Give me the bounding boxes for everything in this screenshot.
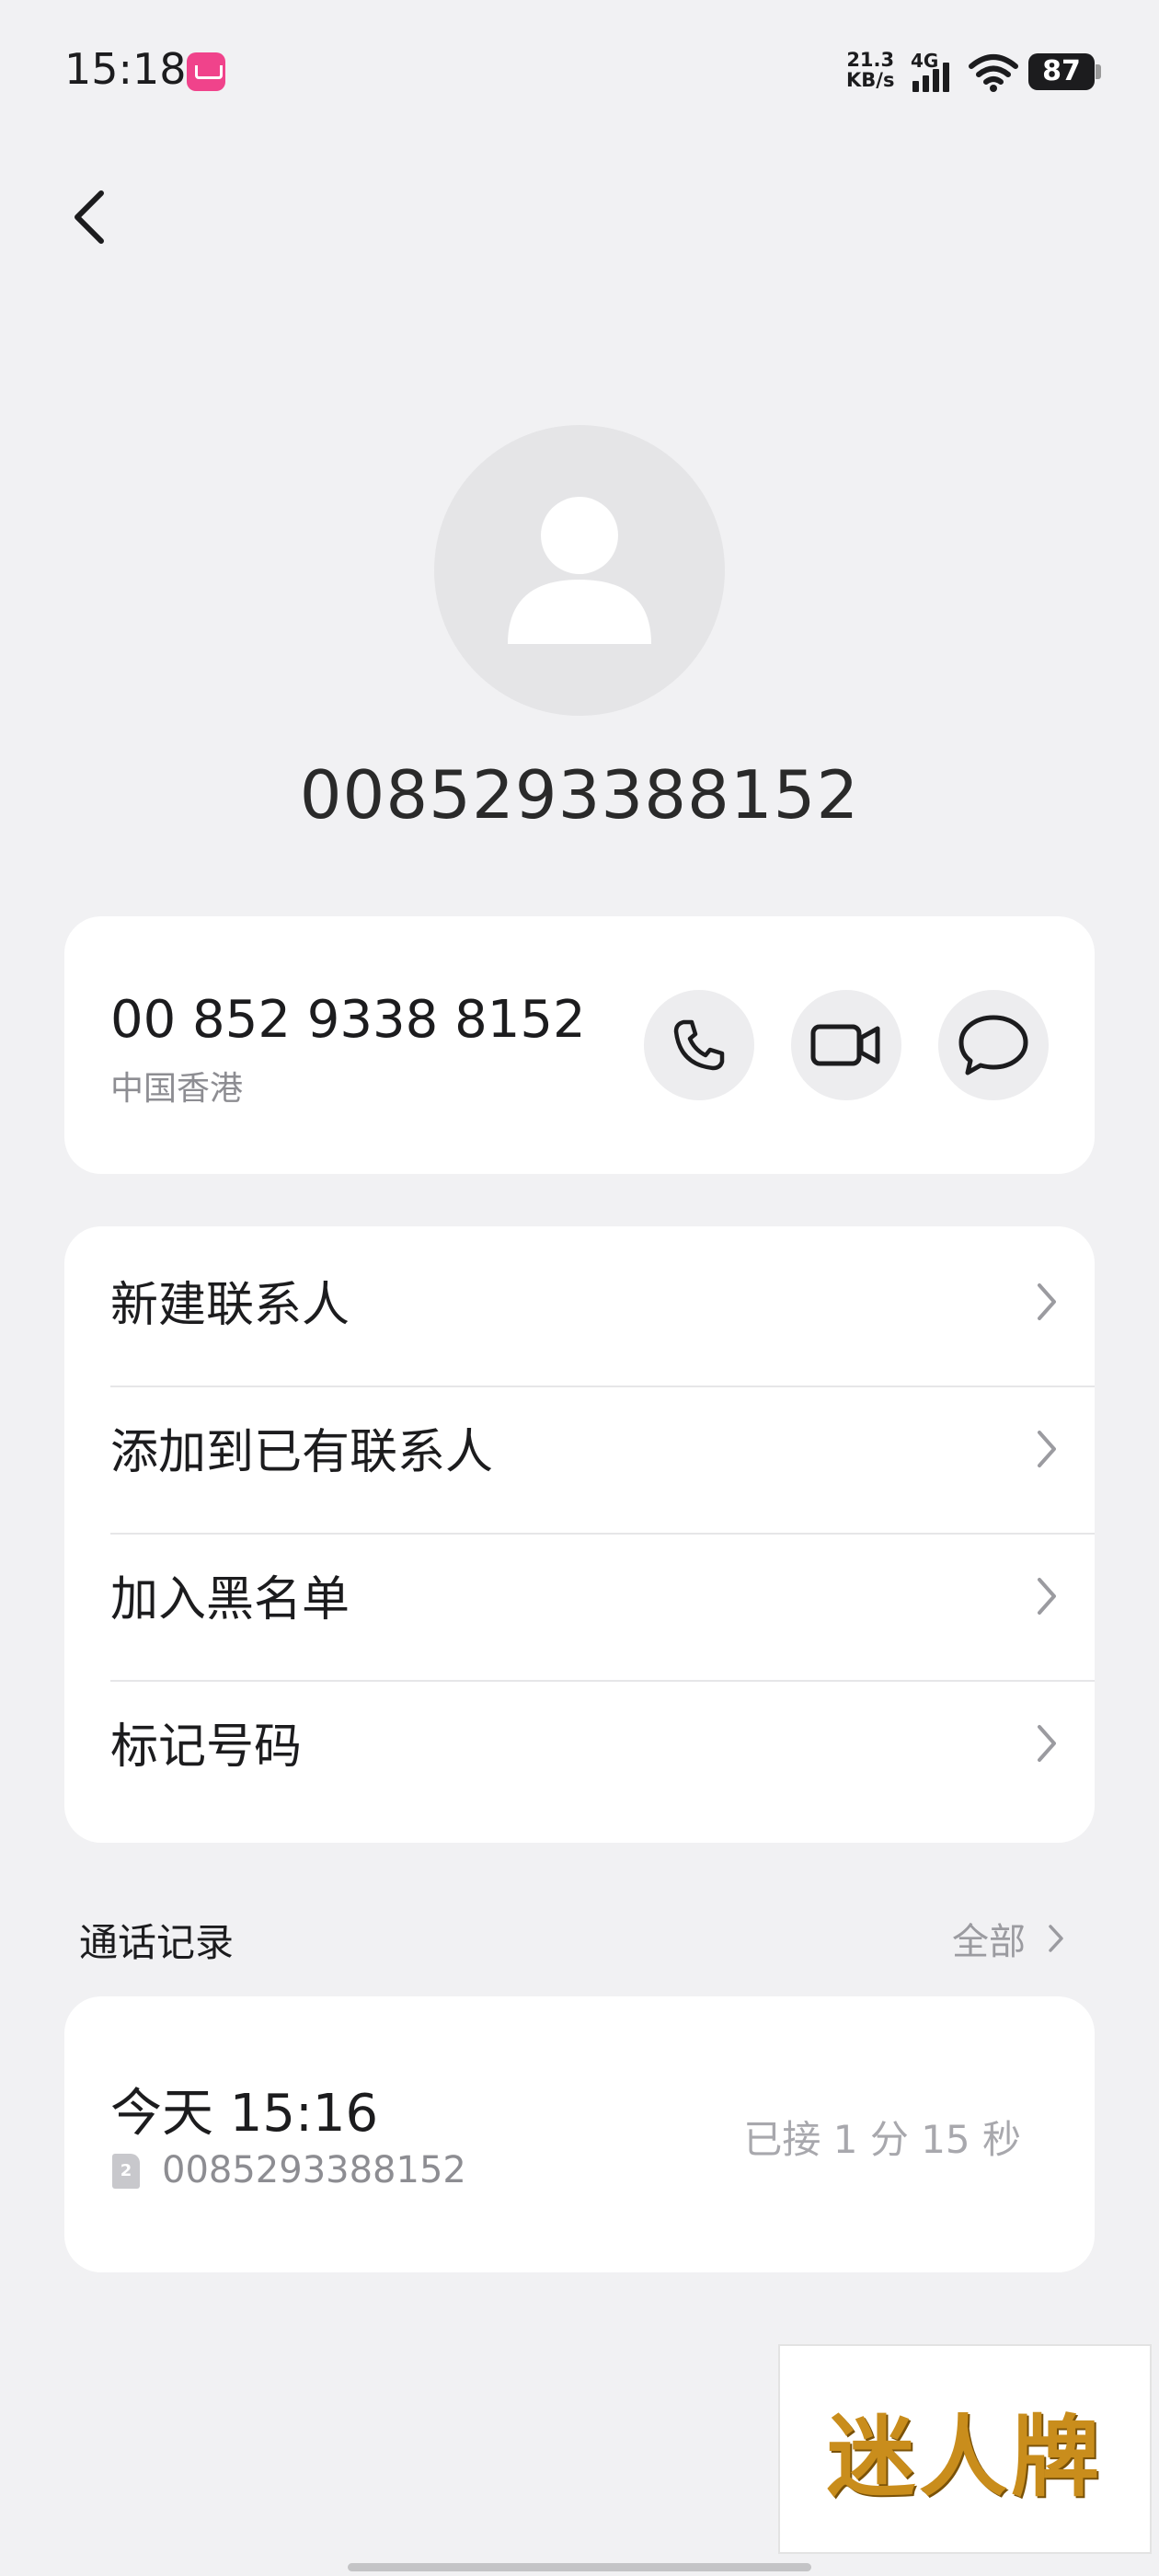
battery-icon: 87	[1028, 53, 1095, 90]
call-number: 0085293388152	[162, 2149, 466, 2191]
avatar	[434, 425, 725, 716]
home-indicator[interactable]	[348, 2563, 811, 2571]
chevron-right-icon	[1038, 1578, 1056, 1615]
chevron-left-icon	[75, 190, 104, 244]
video-call-button[interactable]	[791, 990, 901, 1100]
person-icon	[508, 497, 651, 644]
action-mark-number[interactable]: 标记号码	[110, 1668, 1095, 1815]
call-log-all-link[interactable]: 全部	[952, 1912, 1064, 1965]
app-notification-icon	[187, 52, 225, 91]
phone-icon	[673, 1019, 725, 1071]
phone-region: 中国香港	[110, 1070, 244, 1108]
action-label: 加入黑名单	[110, 1571, 350, 1627]
network-speed-unit: KB/s	[846, 69, 895, 91]
chevron-right-icon	[1038, 1283, 1056, 1320]
chevron-right-icon	[1038, 1431, 1056, 1467]
phone-card: 00 852 9338 8152 中国香港	[64, 916, 1095, 1174]
call-log-entry[interactable]: 今天 15:16 2 0085293388152 已接 1 分 15 秒	[64, 1996, 1095, 2272]
phone-number[interactable]: 00 852 9338 8152	[110, 990, 586, 1050]
sim-card-icon: 2	[112, 2154, 140, 2189]
network-speed-value: 21.3	[846, 49, 895, 71]
action-label: 新建联系人	[110, 1277, 350, 1333]
battery-tip	[1096, 64, 1101, 79]
action-label: 标记号码	[110, 1719, 303, 1775]
call-log-title: 通话记录	[79, 1920, 235, 1965]
actions-card: 新建联系人 添加到已有联系人 加入黑名单 标记号码	[64, 1226, 1095, 1843]
network-speed: 21.3 KB/s	[846, 50, 894, 90]
action-add-to-existing[interactable]: 添加到已有联系人	[110, 1374, 1095, 1521]
wifi-icon	[969, 54, 1018, 92]
watermark-logo: 迷人牌	[778, 2344, 1152, 2554]
call-button[interactable]	[644, 990, 754, 1100]
action-block[interactable]: 加入黑名单	[110, 1521, 1095, 1668]
back-button[interactable]	[64, 175, 120, 258]
watermark-text: 迷人牌	[827, 2404, 1103, 2509]
chevron-right-icon	[1049, 1925, 1063, 1952]
all-label: 全部	[952, 1921, 1026, 1963]
call-time: 今天 15:16	[110, 2084, 379, 2144]
chevron-right-icon	[1038, 1725, 1056, 1762]
action-label: 添加到已有联系人	[110, 1424, 494, 1480]
message-bubble-icon	[958, 1015, 1028, 1075]
call-status: 已接 1 分 15 秒	[743, 2117, 1021, 2162]
status-time: 15:18	[64, 44, 187, 94]
contact-title: 0085293388152	[299, 756, 860, 834]
action-new-contact[interactable]: 新建联系人	[110, 1226, 1095, 1374]
signal-icon	[912, 63, 949, 92]
video-camera-icon	[810, 1024, 880, 1066]
message-button[interactable]	[938, 990, 1049, 1100]
